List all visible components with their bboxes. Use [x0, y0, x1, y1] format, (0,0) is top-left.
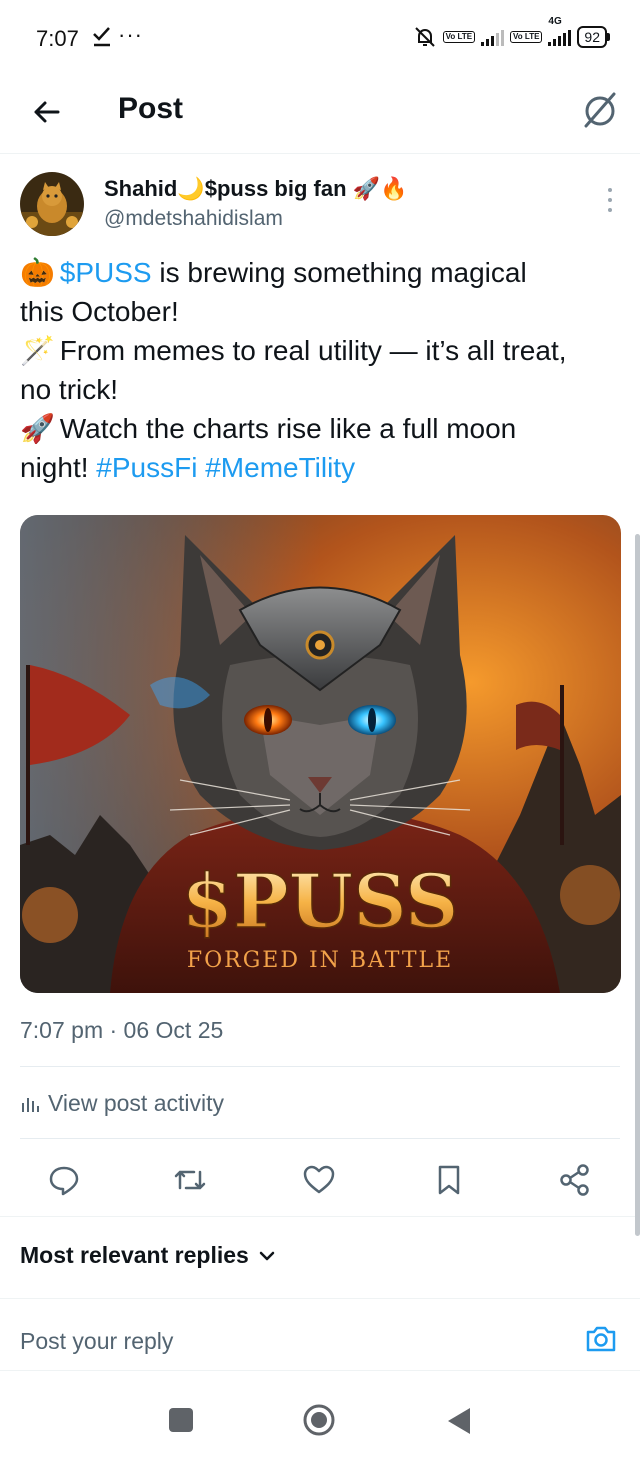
- hashtag-memetility[interactable]: #MemeTility: [205, 452, 355, 483]
- divider: [0, 1216, 640, 1217]
- network-signal: 4G: [548, 16, 572, 46]
- reply-input[interactable]: Post your reply: [20, 1328, 173, 1355]
- post-line-5-text: Watch the charts rise like a full moon: [52, 413, 517, 444]
- mute-bell-icon: [414, 27, 435, 47]
- divider: [20, 1066, 620, 1067]
- status-overflow: ···: [118, 22, 143, 47]
- view-post-activity[interactable]: View post activity: [20, 1090, 224, 1117]
- post-line-3: 🪄 From memes to real utility — it’s all …: [20, 331, 625, 370]
- activity-label: View post activity: [48, 1090, 224, 1116]
- status-icons: Vo LTE Vo LTE 4G 92: [413, 16, 610, 50]
- camera-icon[interactable]: [584, 1322, 618, 1356]
- post-line-1-text: is brewing something magical: [151, 257, 527, 288]
- author-handle[interactable]: @mdetshahidislam: [104, 207, 283, 231]
- post-actions: [0, 1152, 640, 1208]
- cashtag-link[interactable]: $PUSS: [60, 257, 152, 288]
- author-name[interactable]: Shahid🌙$puss big fan 🚀🔥: [104, 176, 407, 202]
- pumpkin-emoji: 🎃: [20, 257, 55, 288]
- system-nav-bar: [0, 1378, 640, 1458]
- home-icon[interactable]: [302, 1403, 336, 1437]
- hashtag-pussfi[interactable]: #PussFi: [96, 452, 197, 483]
- status-bar: 7:07 ··· Vo LTE Vo LTE 4G 92: [0, 0, 640, 78]
- post-line-2: this October!: [20, 296, 179, 327]
- post-image[interactable]: $PUSS FORGED IN BATTLE: [20, 515, 621, 993]
- download-check-icon: [93, 27, 110, 47]
- more-options-icon[interactable]: [604, 188, 616, 212]
- post-text: 🎃 $PUSS is brewing something magical thi…: [20, 253, 625, 487]
- post-line-5: 🚀 Watch the charts rise like a full moon: [20, 409, 625, 448]
- post-line-1: 🎃 $PUSS is brewing something magical: [20, 253, 625, 292]
- post-line-6-text: night!: [20, 452, 97, 483]
- image-tagline-text: FORGED IN BATTLE: [187, 948, 453, 973]
- replies-sort-label: Most relevant replies: [20, 1242, 249, 1268]
- replies-sort-dropdown[interactable]: Most relevant replies: [20, 1242, 275, 1269]
- post-line-6: night! #PussFi #MemeTility: [20, 448, 625, 487]
- scrollbar[interactable]: [635, 534, 640, 1236]
- rocket-emoji: 🚀: [20, 413, 55, 444]
- network-type: 4G: [548, 16, 562, 27]
- divider: [0, 1370, 640, 1371]
- magic-wand-emoji: 🪄: [20, 335, 55, 366]
- post-line-3-text: From memes to real utility — it’s all tr…: [52, 335, 567, 366]
- volte-badge: Vo LTE: [442, 31, 476, 43]
- battery-icon: 92: [577, 26, 610, 48]
- grok-icon[interactable]: [580, 88, 620, 132]
- avatar[interactable]: [20, 172, 84, 236]
- system-back-icon[interactable]: [446, 1406, 472, 1436]
- share-icon[interactable]: [557, 1162, 593, 1198]
- page-title: Post: [118, 92, 184, 125]
- volte-badge-2: Vo LTE: [510, 31, 543, 43]
- arrow-left-icon[interactable]: [28, 92, 68, 132]
- bookmark-icon[interactable]: [431, 1162, 467, 1198]
- recent-apps-icon[interactable]: [169, 1408, 193, 1432]
- post-line-4: no trick!: [20, 374, 119, 405]
- reply-icon[interactable]: [46, 1162, 82, 1198]
- chevron-down-icon: [259, 1251, 275, 1260]
- top-bar: Post: [0, 78, 640, 154]
- divider: [0, 1298, 640, 1299]
- repost-icon[interactable]: [172, 1162, 208, 1198]
- heart-icon[interactable]: [301, 1162, 337, 1198]
- divider: [20, 1138, 620, 1139]
- post-timestamp[interactable]: 7:07 pm · 06 Oct 25: [20, 1017, 223, 1044]
- battery-level: 92: [577, 26, 607, 48]
- bar-chart-icon: [22, 1097, 39, 1112]
- image-brand-text: $PUSS: [182, 859, 459, 945]
- signal-icon-2: [548, 28, 572, 46]
- status-time: 7:07: [36, 26, 79, 51]
- signal-icon: [481, 28, 505, 46]
